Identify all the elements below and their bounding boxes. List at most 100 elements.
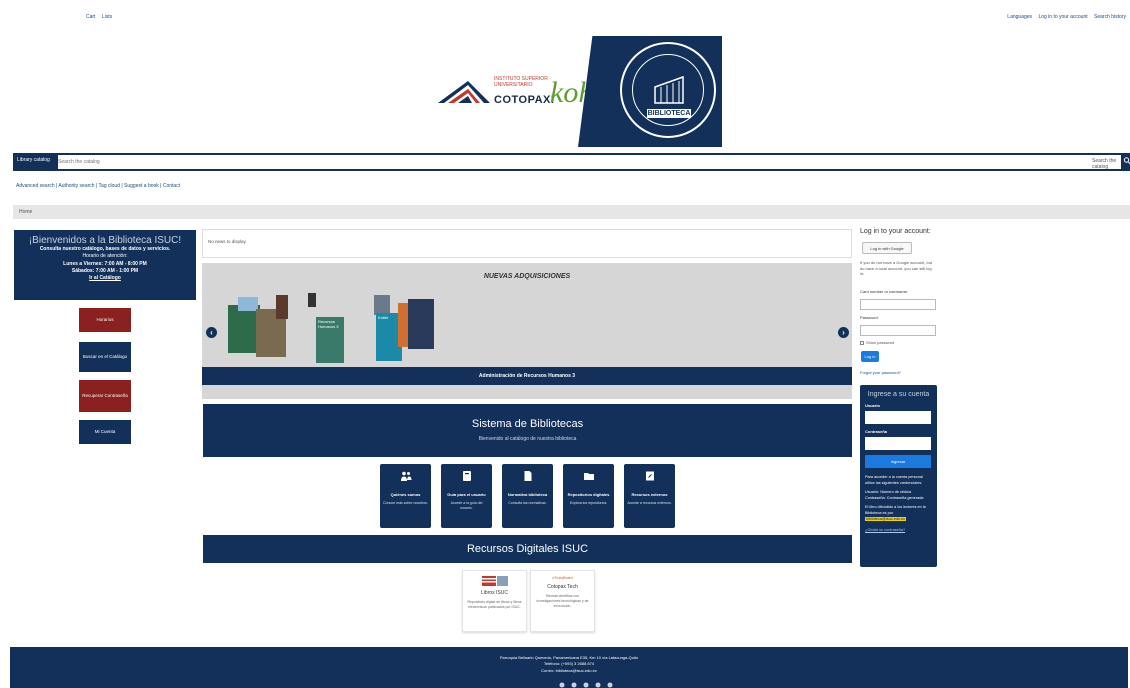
login-link[interactable]: Log in to your account <box>1038 14 1087 20</box>
login-button[interactable]: Log in <box>861 351 879 362</box>
ingrese-credentials: Usuario: Número de cédula Contraseña: Co… <box>865 490 924 500</box>
book-cover[interactable]: Recursos Humanos 3 <box>316 317 344 363</box>
top-bar: Cart Lists Languages Log in to your acco… <box>0 0 1130 36</box>
instagram-icon <box>583 682 589 688</box>
welcome-box: ¡Bienvenidos a la Biblioteca ISUC! Consu… <box>14 230 196 300</box>
card-recursos-externos[interactable]: Recursos externos Accede a recursos exte… <box>624 464 675 528</box>
mi-cuenta-button[interactable]: Mi Cuenta <box>79 420 131 444</box>
card-title: Guía para el usuario <box>447 492 486 497</box>
usuario-label: Usuario <box>865 403 880 408</box>
building-icon <box>654 75 684 104</box>
resource-card-libros[interactable]: Libros ISUC Repositorio digital de libro… <box>462 570 527 632</box>
resource-card-cotopax-tech[interactable]: eTrueqBoard Cotopax Tech Revista científ… <box>530 570 595 632</box>
ingresar-button[interactable]: Ingresar <box>865 455 931 468</box>
footer: Parroquia Belisario Quevedo, Panamerican… <box>10 647 1128 688</box>
search-icon[interactable] <box>1123 156 1130 166</box>
social-icons <box>559 682 613 688</box>
carousel-prev-icon[interactable]: ‹ <box>206 327 217 338</box>
twitter-icon <box>571 682 577 688</box>
library-seal-panel: BIBLIOTECA <box>578 36 722 147</box>
lists-link[interactable]: Lists <box>102 14 112 20</box>
card-number-label: Card number or username: <box>860 289 909 294</box>
card-desc: Explora los repositorios. <box>569 501 608 506</box>
checkbox-icon <box>860 340 864 345</box>
login-note: If you do not have a Google account, but… <box>860 260 933 277</box>
header-banner: INSTITUTO SUPERIOR UNIVERSITARIO COTOPAX… <box>430 36 722 147</box>
footer-email[interactable]: Correo: biblioteca@isuc.edu.ec <box>10 668 1128 674</box>
contrasena-label: Contraseña <box>865 429 888 434</box>
show-password-checkbox[interactable]: Show password <box>860 340 894 345</box>
card-quienes-somos[interactable]: Quiénes somos Conoce más sobre nosotros. <box>380 464 431 528</box>
welcome-catalog-link[interactable]: Ir al Catálogo <box>14 275 196 282</box>
cart-links: Cart Lists <box>86 14 117 20</box>
card-repositorios[interactable]: Repositorios digitales Explora los repos… <box>563 464 614 528</box>
usuario-input[interactable] <box>865 411 931 424</box>
welcome-line: Horario de atención: <box>82 253 128 260</box>
resource-desc: Revista científica con investigaciones t… <box>536 594 589 608</box>
cart-link[interactable]: Cart <box>86 14 95 20</box>
card-number-input[interactable] <box>860 299 936 310</box>
recuperar-contrasena-button[interactable]: Recuperar Contraseña <box>79 380 131 412</box>
sistema-subtitle: Bienvenido al catálogo de nuestra biblio… <box>478 436 577 442</box>
google-login-button[interactable]: Log in with Google <box>862 242 912 254</box>
password-input[interactable] <box>860 325 936 336</box>
forgot-password-link[interactable]: Forgot your password? <box>860 370 901 375</box>
breadcrumb: Home <box>13 205 1130 219</box>
login-title: Log in to your account: <box>860 228 931 235</box>
welcome-line: Sábados: 7:00 AM - 1:00 PM <box>71 267 139 274</box>
card-guia-usuario[interactable]: Guía para el usuario Accede a la guía de… <box>441 464 492 528</box>
library-seal: BIBLIOTECA <box>620 42 716 138</box>
book-cover[interactable] <box>308 293 316 307</box>
horarios-button[interactable]: Horarios <box>79 308 131 332</box>
facebook-icon <box>559 682 565 688</box>
carousel-next-icon[interactable]: › <box>838 327 849 338</box>
resource-desc: Repositorio digital de libros y libros e… <box>467 600 522 609</box>
welcome-line: Consulta nuestro catálogo, bases de dato… <box>39 246 171 252</box>
ingrese-email[interactable]: biblioteca@isuc.edu.ec <box>865 517 907 521</box>
document-icon <box>524 471 531 481</box>
buscar-catalogo-button[interactable]: Buscar en el Catálogo <box>79 342 131 372</box>
folder-icon <box>583 473 594 480</box>
resource-logo: eTrueqBoard <box>552 576 573 580</box>
search-history-link[interactable]: Search history <box>1094 14 1126 20</box>
book-cover[interactable] <box>276 295 288 319</box>
institute-logo-stripes-icon <box>438 81 490 103</box>
sistema-title: Sistema de Bibliotecas <box>471 418 584 430</box>
languages-link[interactable]: Languages <box>1007 14 1032 20</box>
youtube-icon <box>595 682 601 688</box>
resource-title: Libros ISUC <box>481 590 508 596</box>
search-input[interactable] <box>58 155 1121 169</box>
breadcrumb-home[interactable]: Home <box>19 209 32 215</box>
new-acquisitions-carousel: NUEVAS ADQUISICIONES ‹ › Recursos Humano… <box>202 263 852 399</box>
top-right-links: Languages Log in to your account Search … <box>1002 14 1126 20</box>
card-title: Repositorios digitales <box>567 492 610 497</box>
book-cover[interactable] <box>374 295 390 315</box>
institute-name-top: INSTITUTO SUPERIOR UNIVERSITARIO <box>494 76 548 88</box>
carousel-caption: Administración de Recursos Humanos 3 <box>202 367 852 385</box>
linkedin-icon <box>607 682 613 688</box>
book-cover[interactable] <box>238 297 258 311</box>
welcome-title: ¡Bienvenidos a la Biblioteca ISUC! <box>28 235 182 246</box>
card-desc: Consulta las normativas. <box>508 501 547 506</box>
external-link-icon <box>645 471 654 481</box>
book-icon <box>462 471 471 481</box>
recursos-banner: Recursos Digitales ISUC <box>203 535 852 563</box>
ingrese-instructions: Para acceder a la cuenta personal utilic… <box>865 475 923 485</box>
olvido-contrasena-link[interactable]: ¿Olvidó su contraseña? <box>865 528 932 532</box>
search-links-row[interactable]: Advanced search | Authority search | Tag… <box>16 183 180 189</box>
institute-name: COTOPAXI <box>494 94 555 106</box>
card-title: Recursos externos <box>631 492 668 497</box>
flag-logo-icon <box>481 576 508 586</box>
resource-title: Cotopax Tech <box>547 584 578 590</box>
book-cover[interactable] <box>408 299 434 349</box>
card-desc: Conoce más sobre nosotros. <box>383 501 428 506</box>
contrasena-input[interactable] <box>865 437 931 450</box>
card-normativa[interactable]: Normativa biblioteca Consulta las normat… <box>502 464 553 528</box>
library-catalog-label: Library catalog <box>17 157 50 163</box>
seal-label: BIBLIOTECA <box>647 109 691 118</box>
ingrese-title: Ingrese a su cuenta <box>867 391 930 398</box>
search-navbar: Library catalog Search the catalog <box>13 153 1130 171</box>
welcome-line: Lunes a Viernes: 7:00 AM - 8:00 PM <box>63 260 147 267</box>
news-box: No news to display. <box>202 229 852 258</box>
ingrese-note: El libro difundido a los lectores en la … <box>865 505 926 515</box>
